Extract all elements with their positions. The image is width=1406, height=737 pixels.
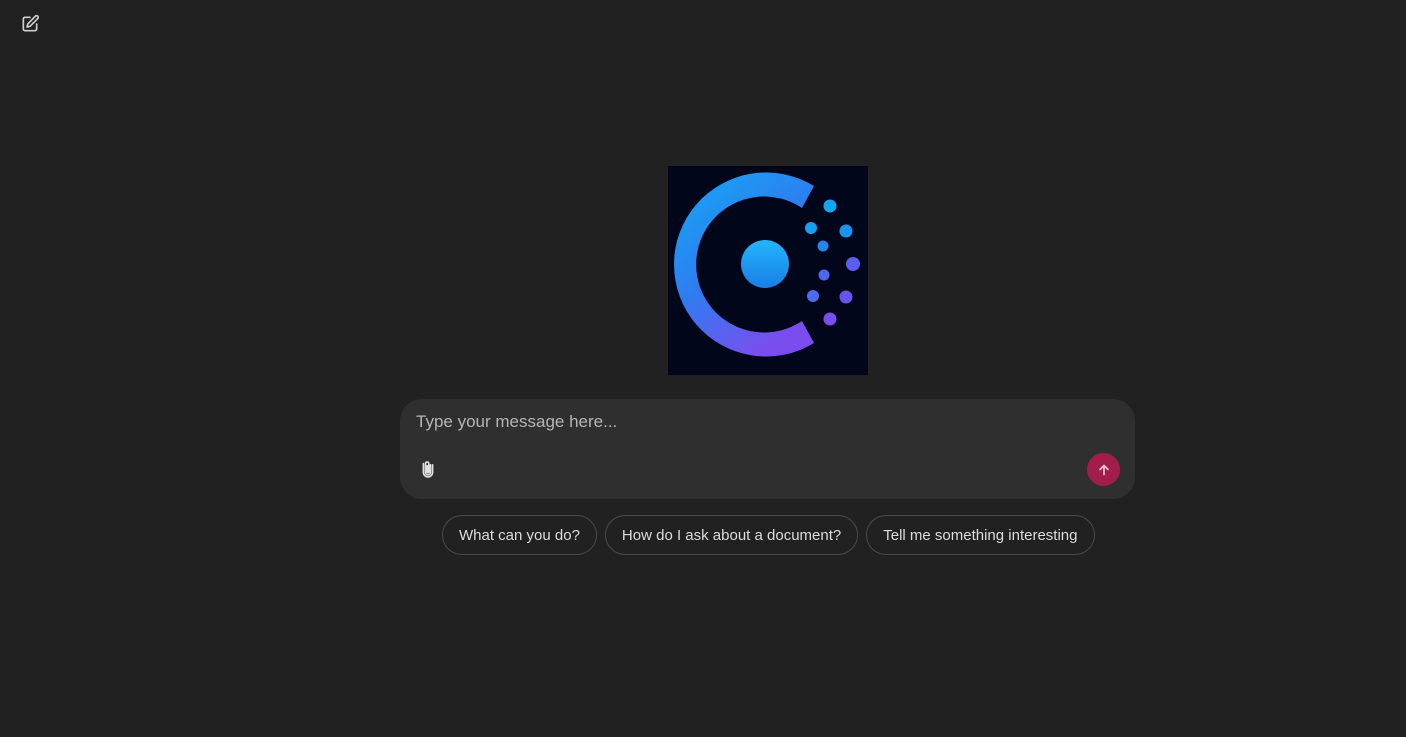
paperclip-icon bbox=[422, 461, 434, 478]
send-button[interactable] bbox=[1087, 453, 1120, 486]
suggestion-chips: What can you do? How do I ask about a do… bbox=[442, 515, 1095, 555]
circular-c-logo bbox=[668, 166, 868, 375]
pencil-square-icon bbox=[22, 14, 40, 32]
app-logo bbox=[668, 166, 868, 375]
suggestion-chip[interactable]: What can you do? bbox=[442, 515, 597, 555]
attach-file-button[interactable] bbox=[415, 456, 441, 482]
message-input[interactable] bbox=[416, 411, 1076, 441]
new-chat-button[interactable] bbox=[16, 11, 44, 37]
suggestion-chip[interactable]: Tell me something interesting bbox=[866, 515, 1095, 555]
message-composer bbox=[400, 399, 1135, 499]
suggestion-chip[interactable]: How do I ask about a document? bbox=[604, 515, 859, 555]
arrow-up-icon bbox=[1098, 464, 1109, 475]
chat-page: What can you do? How do I ask about a do… bbox=[0, 0, 1406, 737]
